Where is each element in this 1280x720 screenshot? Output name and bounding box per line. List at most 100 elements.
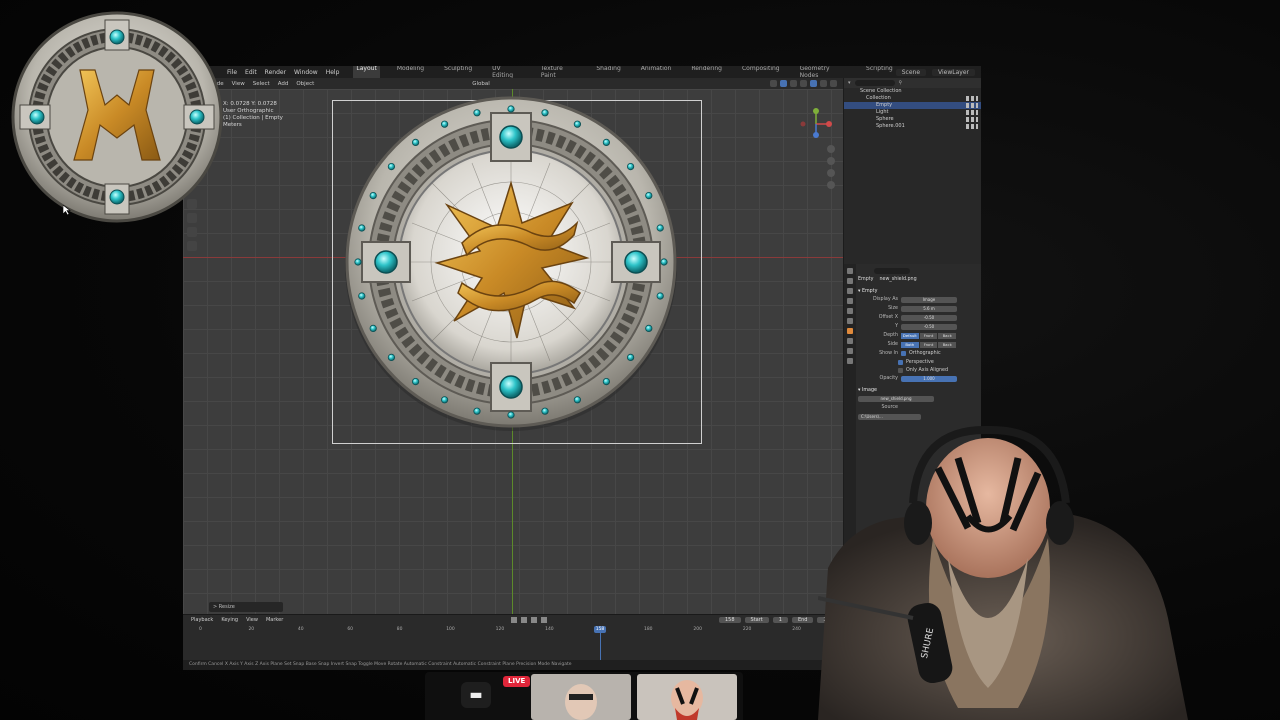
start-frame-field[interactable]: 1 xyxy=(772,617,788,623)
section-image-header[interactable]: ▾ Image xyxy=(858,386,980,394)
transform-orientation[interactable]: Global xyxy=(472,81,490,87)
scene-selectors: Scene ViewLayer xyxy=(895,68,981,76)
data-tab-icon[interactable] xyxy=(847,358,853,364)
orthographic-checkbox[interactable] xyxy=(901,351,906,356)
offset-x-field[interactable]: -0.50 xyxy=(901,314,957,321)
reference-shield-badge xyxy=(11,11,223,223)
properties-header xyxy=(858,266,980,275)
timeline-ruler[interactable]: 020406080100120140160180200220240 xyxy=(199,627,829,635)
display-as-dropdown[interactable]: Image xyxy=(901,296,957,303)
3d-viewport[interactable]: X: 0.0728 Y: 0.0728 User Orthographic (1… xyxy=(183,89,843,614)
world-tab-icon[interactable] xyxy=(847,318,853,324)
current-frame-field[interactable]: 158 xyxy=(718,617,741,623)
move-tool-icon[interactable] xyxy=(187,227,197,237)
xray-icon[interactable] xyxy=(790,80,797,87)
material-shading-icon[interactable] xyxy=(820,80,827,87)
overlay-icon[interactable] xyxy=(770,80,777,87)
viewport-nav-tools xyxy=(827,145,835,189)
shield-rivet xyxy=(626,163,635,171)
start-label: Start xyxy=(744,617,769,623)
perspective-checkbox[interactable] xyxy=(898,359,903,365)
viewport-menu-object[interactable]: Object xyxy=(296,81,314,87)
jump-start-icon[interactable] xyxy=(511,617,518,623)
outliner-item-empty[interactable]: Empty xyxy=(844,102,981,109)
tool-tab-icon[interactable] xyxy=(847,268,853,274)
viewport-menu-add[interactable]: Add xyxy=(278,81,289,87)
navigation-gizmo[interactable] xyxy=(799,107,833,141)
timeline-menu-view[interactable]: View xyxy=(246,617,258,623)
timeline-tick-label: 240 xyxy=(792,627,801,632)
menu-file[interactable]: File xyxy=(227,69,237,76)
depth-default-button[interactable]: Default xyxy=(901,332,920,339)
viewport-info: X: 0.0728 Y: 0.0728 User Orthographic (1… xyxy=(223,101,283,129)
show-in-row: Show In Orthographic xyxy=(879,351,941,356)
outliner-search-input[interactable] xyxy=(854,80,895,86)
offset-y-field[interactable]: -0.50 xyxy=(901,323,957,330)
rendered-shading-icon[interactable] xyxy=(830,80,837,87)
object-tab-icon[interactable] xyxy=(847,328,853,334)
side-both-button[interactable]: Both xyxy=(901,341,920,348)
filter-icon[interactable]: ⚲ xyxy=(899,80,903,86)
viewport-menu-select[interactable]: Select xyxy=(253,81,270,87)
image-datablock-field[interactable]: new_shield.png xyxy=(858,395,934,402)
side-front-button[interactable]: Front xyxy=(919,341,939,348)
depth-front-button[interactable]: Front xyxy=(919,332,939,339)
timeline-header: Playback Keying View Marker 158 Start 1 … xyxy=(183,615,843,625)
axis-aligned-checkbox[interactable] xyxy=(898,367,903,373)
properties-search-input[interactable] xyxy=(874,267,910,274)
opacity-row: Opacity 1.000 xyxy=(858,374,980,383)
play-reverse-icon[interactable] xyxy=(521,617,528,623)
scene-selector[interactable]: Scene xyxy=(895,68,927,76)
timeline-tick-label: 20 xyxy=(248,627,255,632)
constraints-tab-icon[interactable] xyxy=(847,348,853,354)
solid-shading-icon[interactable] xyxy=(810,80,817,87)
ortho-toggle-icon[interactable] xyxy=(827,181,835,189)
side-back-button[interactable]: Back xyxy=(938,341,958,348)
timeline-menu-keying[interactable]: Keying xyxy=(221,617,238,623)
outliner-item-sphere-001[interactable]: Sphere.001 xyxy=(844,123,981,130)
rotate-tool-icon[interactable] xyxy=(187,241,197,251)
menu-help[interactable]: Help xyxy=(326,69,340,76)
timeline-menu-marker[interactable]: Marker xyxy=(266,617,283,623)
viewport-menu-view[interactable]: View xyxy=(232,81,245,87)
chat-icon[interactable]: ▬ xyxy=(461,682,491,708)
menu-render[interactable]: Render xyxy=(265,69,286,76)
menu-window[interactable]: Window xyxy=(294,69,318,76)
thumbnail-1[interactable] xyxy=(531,674,631,720)
outliner-display-icon[interactable]: ▾ xyxy=(848,80,851,86)
scene-tab-icon[interactable] xyxy=(847,308,853,314)
opacity-slider[interactable]: 1.000 xyxy=(901,375,957,382)
depth-back-button[interactable]: Back xyxy=(938,332,958,339)
shield-rivet xyxy=(507,411,515,419)
size-field[interactable]: 5.6 m xyxy=(901,305,957,312)
gizmo-icon[interactable] xyxy=(780,80,787,87)
wireframe-shading-icon[interactable] xyxy=(800,80,807,87)
shield-rivet xyxy=(358,224,366,232)
timeline-tick-label: 80 xyxy=(396,627,403,632)
play-icon[interactable] xyxy=(531,617,538,623)
shield-rivet xyxy=(387,353,396,361)
active-object-info: (1) Collection | Empty xyxy=(223,115,283,121)
shield-reference-image[interactable] xyxy=(342,93,680,431)
view-layer-tab-icon[interactable] xyxy=(847,298,853,304)
timeline-menu-playback[interactable]: Playback xyxy=(191,617,213,623)
playhead[interactable]: 158 xyxy=(594,626,606,633)
thumbnail-2[interactable] xyxy=(637,674,737,720)
offset-x-row: Offset X -0.50 xyxy=(858,313,980,322)
outliner-collection[interactable]: Collection xyxy=(844,95,981,102)
output-tab-icon[interactable] xyxy=(847,288,853,294)
outliner-item-light[interactable]: Light xyxy=(844,109,981,116)
camera-view-icon[interactable] xyxy=(827,169,835,177)
jump-end-icon[interactable] xyxy=(541,617,548,623)
pan-icon[interactable] xyxy=(827,157,835,165)
menu-edit[interactable]: Edit xyxy=(245,69,257,76)
outliner-scene-collection[interactable]: Scene Collection xyxy=(844,88,981,95)
outliner-item-sphere[interactable]: Sphere xyxy=(844,116,981,123)
last-operator-panel[interactable]: > Resize xyxy=(209,602,283,612)
zoom-icon[interactable] xyxy=(827,145,835,153)
render-tab-icon[interactable] xyxy=(847,278,853,284)
section-empty-header[interactable]: ▾ Empty xyxy=(858,287,980,295)
outliner-header: ▾ ⚲ xyxy=(844,78,981,88)
physics-tab-icon[interactable] xyxy=(847,338,853,344)
view-layer-selector[interactable]: ViewLayer xyxy=(932,68,975,76)
